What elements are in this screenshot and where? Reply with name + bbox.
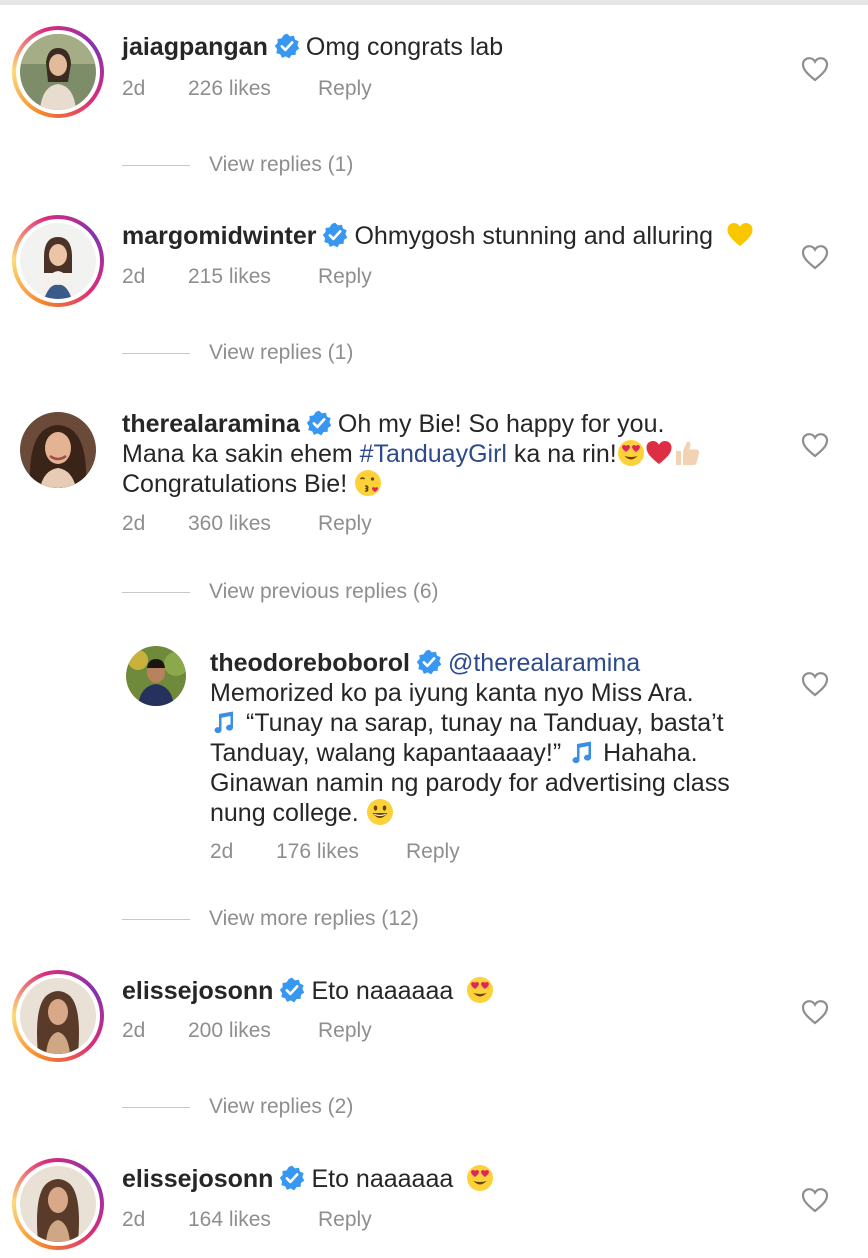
comment-username[interactable]: elissejosonn xyxy=(122,977,273,1005)
comment-age: 2d xyxy=(122,265,146,288)
comment-meta: 2d 200 likes Reply xyxy=(122,1018,422,1044)
comment-body: margomidwinter Ohmygosh stunning and allu… xyxy=(122,221,802,251)
comment-text: Eto naaaaaa xyxy=(311,1165,454,1193)
heart-eyes-icon xyxy=(466,1164,494,1192)
view-replies-button[interactable]: View replies (1) xyxy=(122,152,422,178)
comment-body: jaiagpangan Omg congrats lab xyxy=(122,32,802,62)
comment-text: Eto naaaaaa xyxy=(311,977,454,1005)
view-previous-replies-button[interactable]: View previous replies (6) xyxy=(122,579,482,605)
heart-icon[interactable] xyxy=(801,244,829,270)
replies-divider-line xyxy=(122,919,190,920)
heart-icon[interactable] xyxy=(801,999,829,1025)
view-replies-label: View replies (1) xyxy=(209,153,354,176)
kissing-face-icon xyxy=(354,469,382,497)
view-replies-button[interactable]: View replies (2) xyxy=(122,1094,422,1120)
reply-text-line1: Memorized ko pa iyung kanta nyo Miss Ara… xyxy=(210,679,694,707)
reply-button[interactable]: Reply xyxy=(318,1018,372,1044)
comment-username[interactable]: elissejosonn xyxy=(122,1165,273,1193)
avatar[interactable] xyxy=(20,412,96,488)
replies-divider-line xyxy=(122,165,190,166)
heart-icon[interactable] xyxy=(801,432,829,458)
comment-text: Omg congrats lab xyxy=(305,33,504,61)
verified-badge-icon xyxy=(322,222,348,248)
top-divider xyxy=(0,0,868,5)
comment-username[interactable]: therealaramina xyxy=(122,410,300,438)
likes-count[interactable]: 360 likes xyxy=(188,511,271,537)
avatar[interactable] xyxy=(12,970,104,1062)
view-previous-replies-label: View previous replies (6) xyxy=(209,580,439,603)
reply-text-line4: Ginawan namin ng parody for advertising … xyxy=(210,769,730,797)
comment-body: therealaramina Oh my Bie! So happy for yo… xyxy=(122,409,802,499)
reply-button[interactable]: Reply xyxy=(318,76,372,102)
comment-text-line2b: ka na rin! xyxy=(513,440,617,468)
thumbs-up-icon xyxy=(673,439,701,467)
music-note-icon xyxy=(210,708,238,736)
reply-age: 2d xyxy=(210,840,234,863)
comment-text-line3: Congratulations Bie! xyxy=(122,470,348,498)
verified-badge-icon xyxy=(306,410,332,436)
comment-meta: 2d 226 likes Reply xyxy=(122,76,422,102)
avatar[interactable] xyxy=(12,1158,104,1250)
avatar[interactable] xyxy=(12,215,104,307)
likes-count[interactable]: 164 likes xyxy=(188,1207,271,1233)
reply-text-line2: “Tunay na sarap, tunay na Tanduay, basta… xyxy=(246,709,724,737)
verified-badge-icon xyxy=(274,33,300,59)
heart-icon[interactable] xyxy=(801,56,829,82)
verified-badge-icon xyxy=(279,977,305,1003)
reply-meta: 2d 176 likes Reply xyxy=(210,839,510,865)
reply-username[interactable]: theodoreboborol xyxy=(210,649,410,677)
likes-count[interactable]: 200 likes xyxy=(188,1018,271,1044)
reply-button[interactable]: Reply xyxy=(406,839,460,865)
view-more-replies-button[interactable]: View more replies (12) xyxy=(122,906,482,932)
view-more-replies-label: View more replies (12) xyxy=(209,907,419,930)
replies-divider-line xyxy=(122,592,190,593)
view-replies-label: View replies (2) xyxy=(209,1095,354,1118)
reply-button[interactable]: Reply xyxy=(318,511,372,537)
comment-body: elissejosonn Eto naaaaaa xyxy=(122,1164,802,1194)
reply-button[interactable]: Reply xyxy=(318,1207,372,1233)
reply-button[interactable]: Reply xyxy=(318,264,372,290)
verified-badge-icon xyxy=(279,1165,305,1191)
comment-text-line1: Oh my Bie! So happy for you. xyxy=(337,410,665,438)
comment-age: 2d xyxy=(122,1208,146,1231)
music-note-icon xyxy=(568,738,596,766)
verified-badge-icon xyxy=(416,649,442,675)
view-replies-label: View replies (1) xyxy=(209,341,354,364)
red-heart-icon xyxy=(645,439,673,467)
replies-divider-line xyxy=(122,1107,190,1108)
avatar[interactable] xyxy=(126,646,186,706)
likes-count[interactable]: 226 likes xyxy=(188,76,271,102)
hashtag-link[interactable]: #TanduayGirl xyxy=(360,440,507,468)
view-replies-button[interactable]: View replies (1) xyxy=(122,340,422,366)
yellow-heart-icon xyxy=(726,221,754,249)
comment-age: 2d xyxy=(122,1019,146,1042)
heart-eyes-icon xyxy=(617,439,645,467)
heart-icon[interactable] xyxy=(801,671,829,697)
comment-meta: 2d 215 likes Reply xyxy=(122,264,422,290)
likes-count[interactable]: 176 likes xyxy=(276,839,359,865)
reply-text-line5: nung college. xyxy=(210,799,359,827)
comment-age: 2d xyxy=(122,512,146,535)
heart-icon[interactable] xyxy=(801,1187,829,1213)
grinning-face-icon xyxy=(366,798,394,826)
replies-divider-line xyxy=(122,353,190,354)
avatar[interactable] xyxy=(12,26,104,118)
heart-eyes-icon xyxy=(466,976,494,1004)
comment-age: 2d xyxy=(122,77,146,100)
reply-text-line3: Tanduay, walang kapantaaaay!” xyxy=(210,739,562,767)
mention-link[interactable]: @therealaramina xyxy=(448,649,640,677)
comment-meta: 2d 164 likes Reply xyxy=(122,1207,422,1233)
likes-count[interactable]: 215 likes xyxy=(188,264,271,290)
comment-username[interactable]: jaiagpangan xyxy=(122,33,268,61)
reply-text-line3b: Hahaha. xyxy=(603,739,698,767)
comment-text-line2: Mana ka sakin ehem xyxy=(122,440,353,468)
comment-text: Ohmygosh stunning and alluring xyxy=(354,222,714,250)
comment-username[interactable]: margomidwinter xyxy=(122,222,316,250)
reply-body: theodoreboborol @therealaramina Memorized… xyxy=(210,648,810,828)
comment-meta: 2d 360 likes Reply xyxy=(122,511,422,537)
comment-body: elissejosonn Eto naaaaaa xyxy=(122,976,802,1006)
